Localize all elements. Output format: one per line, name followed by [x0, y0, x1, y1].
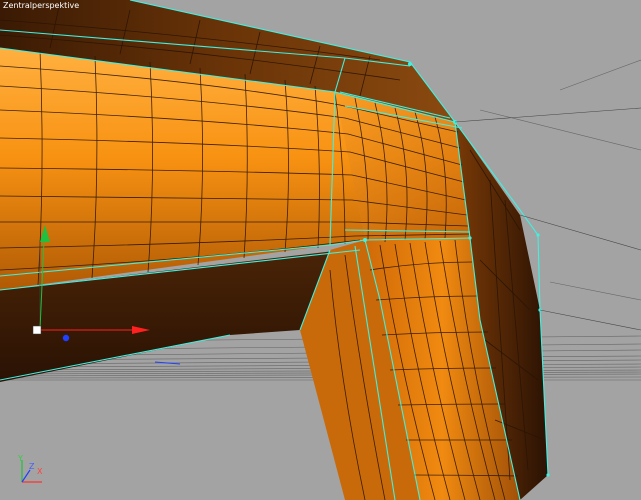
axis-label-x: X	[37, 467, 43, 476]
viewport-title[interactable]: Zentralperspektive	[3, 1, 79, 10]
axis-label-z: Z	[29, 462, 35, 471]
axis-label-y: Y	[18, 454, 23, 463]
viewport-scene[interactable]	[0, 0, 641, 500]
3d-viewport[interactable]: Zentralperspektive Y Z X	[0, 0, 641, 500]
